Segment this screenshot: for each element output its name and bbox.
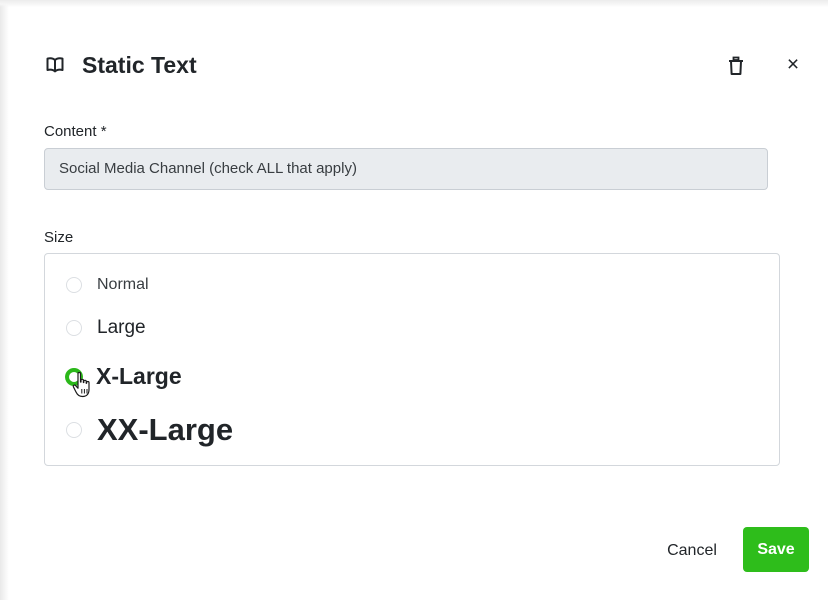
save-button[interactable]: Save <box>743 527 809 572</box>
close-icon: × <box>786 53 800 76</box>
size-option-label: Large <box>97 317 146 338</box>
size-option-xx-large[interactable]: XX-Large <box>66 412 233 448</box>
delete-button[interactable] <box>728 56 744 76</box>
size-radio-group: Normal Large X-Large XX-Large <box>44 253 780 466</box>
close-button[interactable]: × <box>783 54 803 76</box>
radio-button[interactable] <box>66 422 82 438</box>
backdrop-left-edge <box>0 0 9 600</box>
size-option-label: Normal <box>97 276 149 293</box>
radio-button[interactable] <box>66 277 82 293</box>
size-option-large[interactable]: Large <box>66 317 146 339</box>
size-option-label: X-Large <box>96 363 182 389</box>
backdrop-top-edge <box>0 0 828 7</box>
content-label: Content * <box>44 123 107 140</box>
static-text-dialog: Static Text × Content * Size Normal Larg… <box>9 7 828 600</box>
size-option-x-large[interactable]: X-Large <box>65 363 182 390</box>
cancel-button[interactable]: Cancel <box>653 536 731 566</box>
size-option-normal[interactable]: Normal <box>66 276 149 294</box>
trash-icon <box>729 56 743 75</box>
radio-button-selected[interactable] <box>65 367 83 386</box>
size-option-label: XX-Large <box>97 412 234 447</box>
content-input[interactable] <box>44 148 768 190</box>
radio-button[interactable] <box>66 320 82 336</box>
dialog-title: Static Text <box>82 52 197 78</box>
page: Static Text × Content * Size Normal Larg… <box>0 0 828 600</box>
size-label: Size <box>44 229 74 246</box>
book-open-icon <box>46 57 64 73</box>
